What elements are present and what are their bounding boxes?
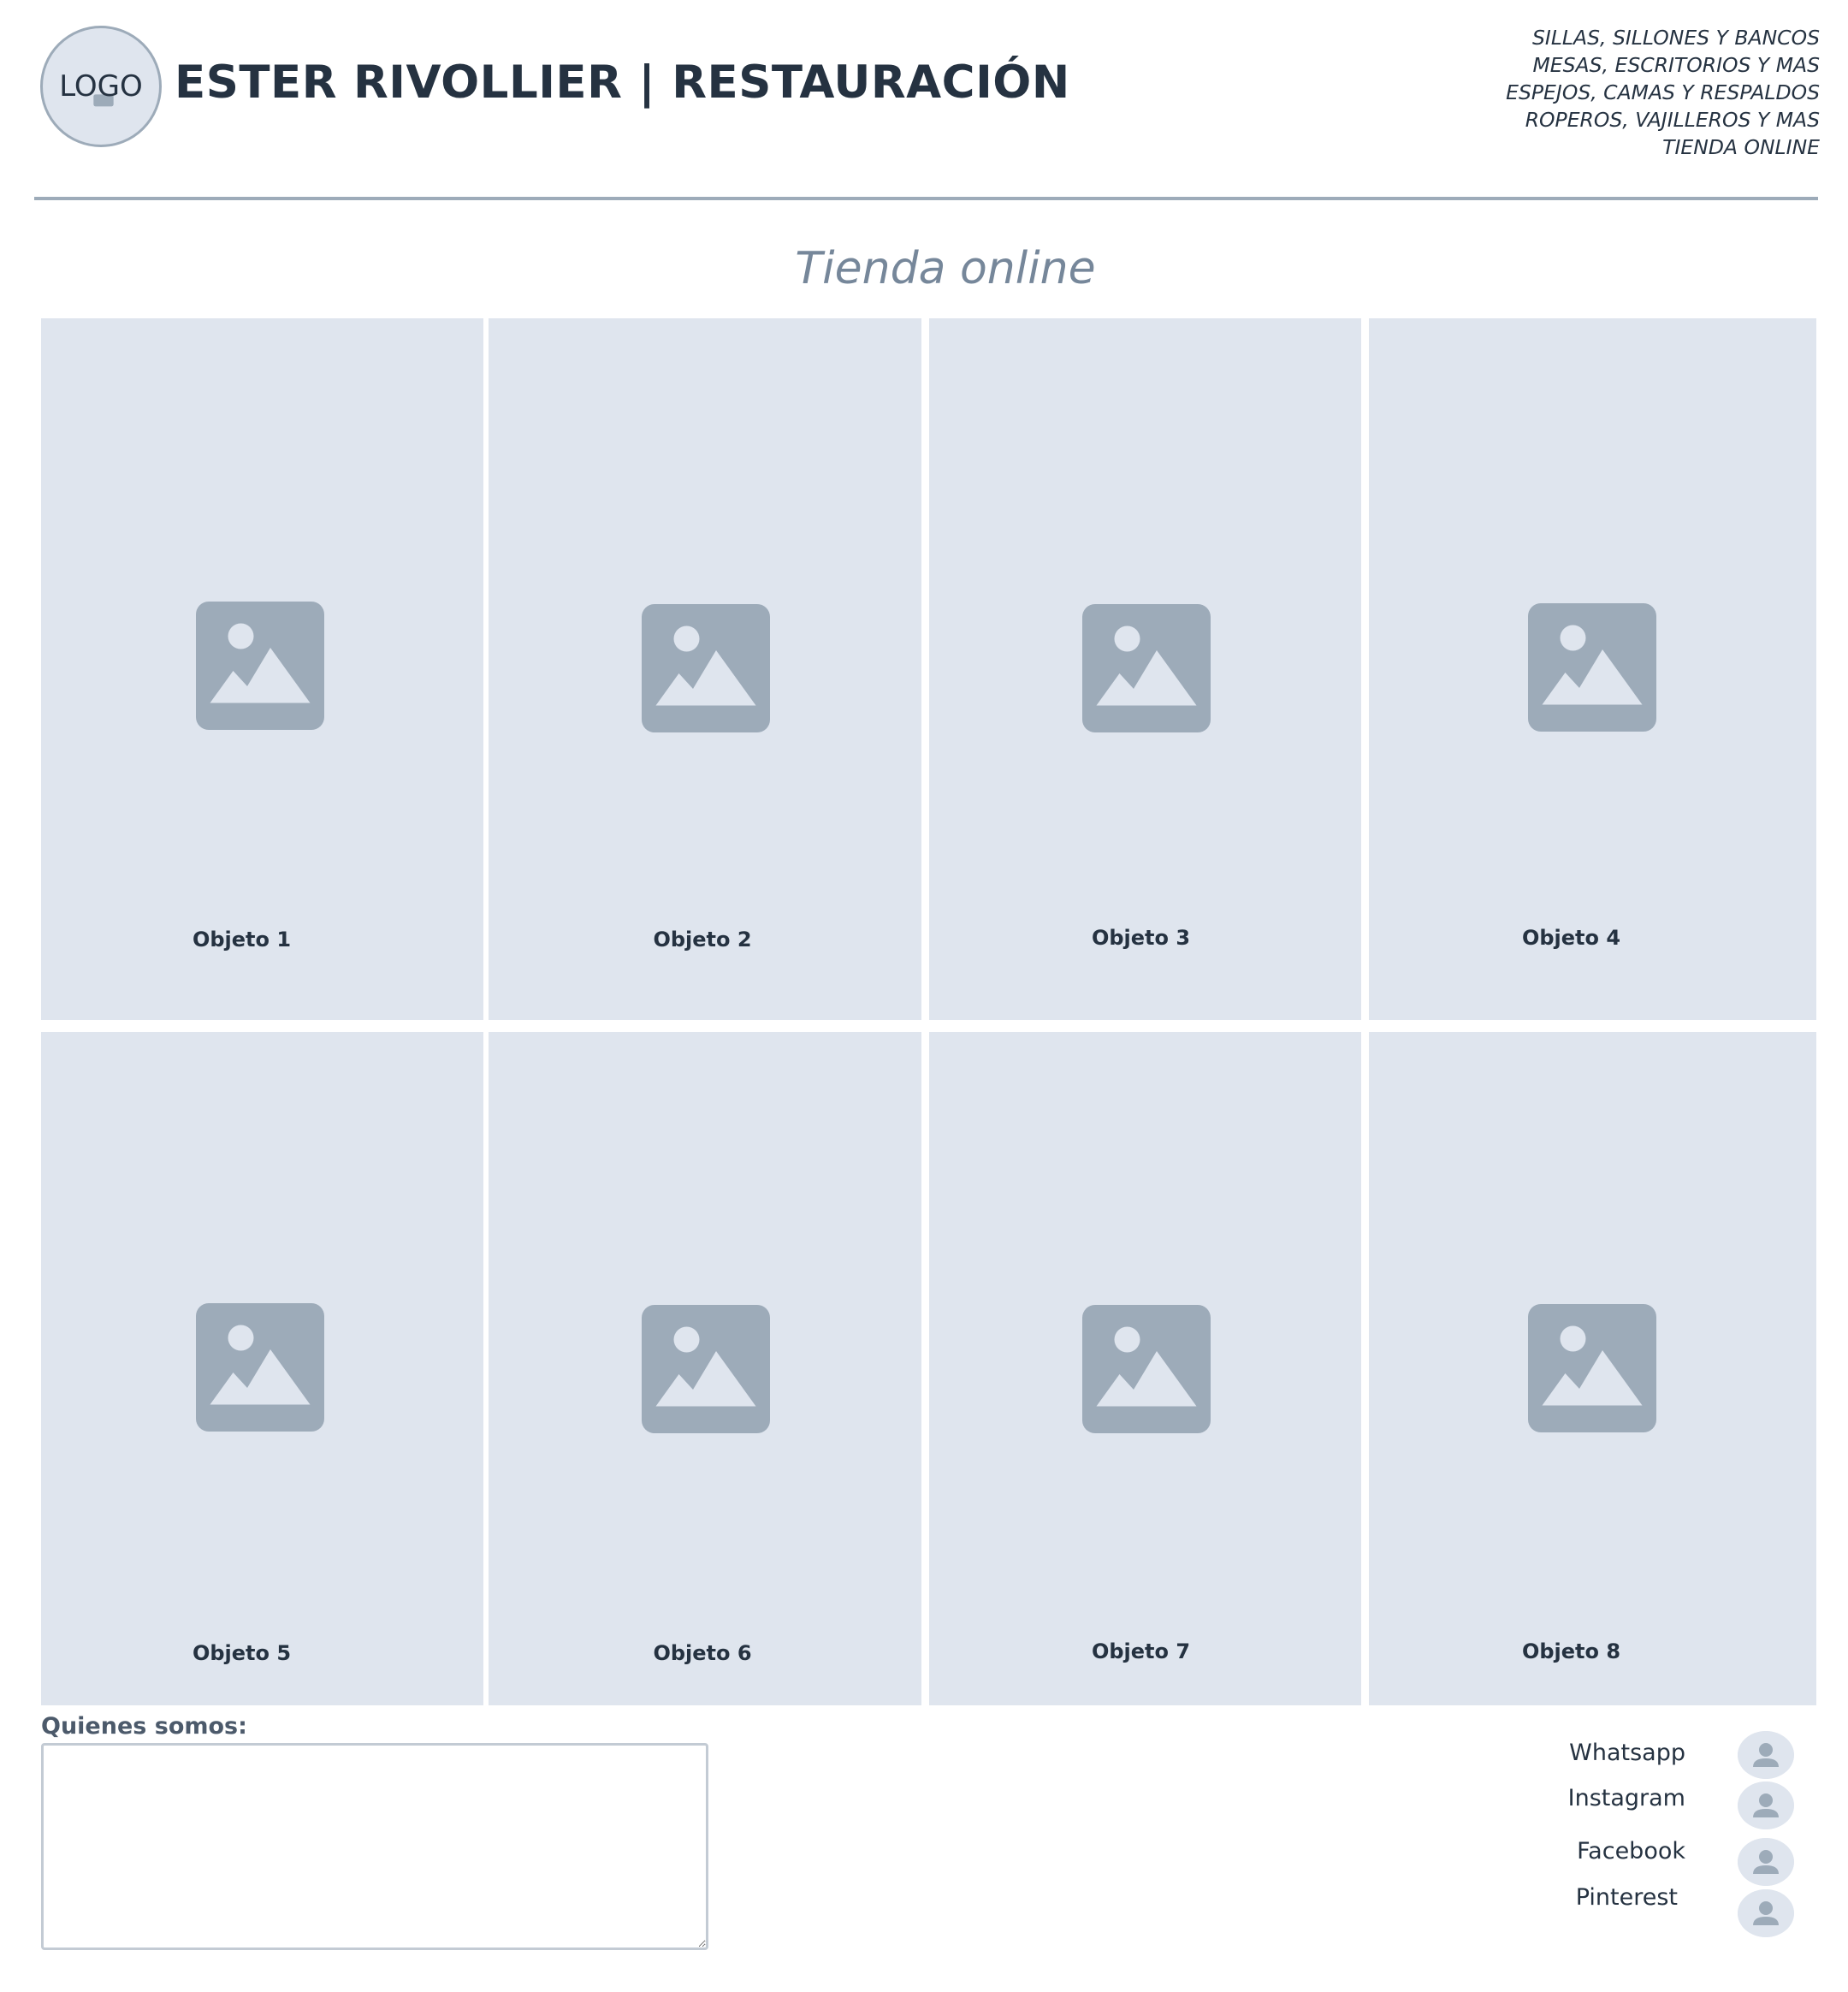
top-navigation: SILLAS, SILLONES Y BANCOS MESAS, ESCRITO…	[1221, 24, 1820, 161]
user-icon	[1738, 1889, 1794, 1937]
social-instagram[interactable]: Instagram	[1506, 1782, 1848, 1833]
social-label: Pinterest	[1575, 1884, 1678, 1911]
nav-link-sillas[interactable]: SILLAS, SILLONES Y BANCOS	[1221, 24, 1820, 51]
product-label: Objeto 6	[653, 1641, 752, 1665]
product-label: Objeto 4	[1521, 926, 1621, 950]
social-label: Whatsapp	[1569, 1740, 1685, 1766]
social-label: Instagram	[1567, 1785, 1685, 1811]
image-placeholder-icon	[1528, 603, 1656, 732]
image-placeholder-icon	[1082, 604, 1211, 732]
image-placeholder-icon	[196, 602, 324, 730]
social-pinterest[interactable]: Pinterest	[1506, 1884, 1848, 1941]
product-card[interactable]: Objeto 2	[489, 318, 921, 1020]
nav-link-roperos[interactable]: ROPEROS, VAJILLEROS Y MAS	[1221, 106, 1820, 133]
section-title: Tienda online	[795, 243, 1096, 294]
logo[interactable]: LOGO	[40, 26, 162, 147]
image-placeholder-icon	[196, 1303, 324, 1432]
nav-link-tienda-online[interactable]: TIENDA ONLINE	[1221, 133, 1820, 161]
product-card[interactable]: Objeto 6	[489, 1032, 921, 1705]
header-divider	[34, 197, 1818, 200]
image-placeholder-icon	[1082, 1305, 1211, 1433]
product-card[interactable]: Objeto 8	[1369, 1032, 1816, 1705]
social-whatsapp[interactable]: Whatsapp	[1506, 1731, 1848, 1782]
about-label: Quienes somos:	[41, 1713, 247, 1740]
product-label: Objeto 3	[1091, 926, 1191, 950]
logo-text: LOGO	[59, 69, 143, 104]
image-placeholder-icon	[642, 1305, 770, 1433]
nav-link-espejos[interactable]: ESPEJOS, CAMAS Y RESPALDOS	[1221, 79, 1820, 106]
social-facebook[interactable]: Facebook	[1506, 1838, 1848, 1889]
product-card[interactable]: Objeto 5	[41, 1032, 483, 1705]
product-card[interactable]: Objeto 7	[929, 1032, 1361, 1705]
product-label: Objeto 7	[1091, 1639, 1191, 1663]
product-card[interactable]: Objeto 4	[1369, 318, 1816, 1020]
user-icon	[1738, 1782, 1794, 1829]
nav-link-mesas[interactable]: MESAS, ESCRITORIOS Y MAS	[1221, 51, 1821, 79]
product-label: Objeto 2	[653, 928, 752, 952]
social-label: Facebook	[1577, 1838, 1685, 1865]
site-title: ESTER RIVOLLIER | RESTAURACIÓN	[175, 56, 1070, 109]
about-textarea[interactable]	[41, 1743, 708, 1950]
user-icon	[1738, 1731, 1794, 1779]
user-icon	[1738, 1838, 1794, 1886]
product-card[interactable]: Objeto 1	[41, 318, 483, 1020]
image-placeholder-icon	[642, 604, 770, 732]
product-label: Objeto 1	[192, 928, 292, 952]
product-label: Objeto 8	[1521, 1639, 1621, 1663]
product-label: Objeto 5	[192, 1641, 292, 1665]
product-card[interactable]: Objeto 3	[929, 318, 1361, 1020]
image-placeholder-icon	[1528, 1304, 1656, 1432]
